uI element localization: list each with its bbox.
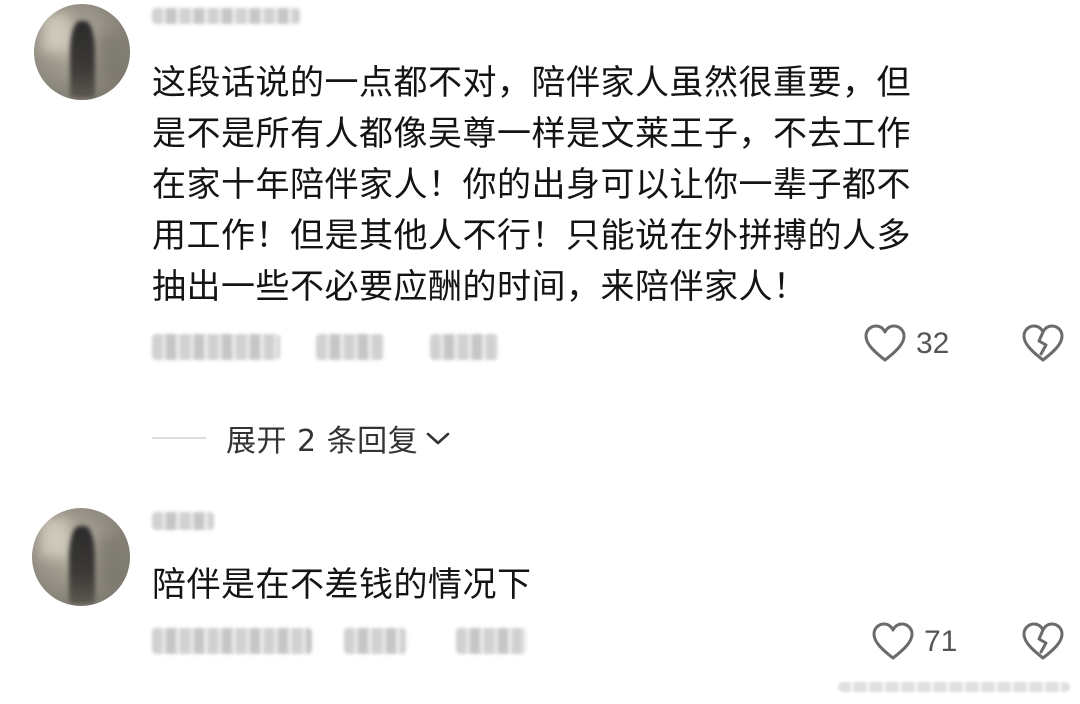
heart-outline-icon (872, 622, 914, 662)
comment-line: 这段话说的一点都不对，陪伴家人虽然很重要，但 (152, 63, 911, 103)
divider (152, 437, 206, 439)
expand-replies-label: 展开 2 条回复 (226, 424, 419, 459)
comment-line: 陪伴是在不差钱的情况下 (152, 565, 532, 605)
broken-heart-icon (1022, 324, 1064, 364)
comment-body: 陪伴是在不差钱的情况下 (152, 560, 532, 611)
dislike-button[interactable] (1022, 622, 1064, 662)
heart-outline-icon (864, 324, 906, 364)
username-blurred[interactable] (152, 512, 214, 530)
like-button[interactable]: 32 (864, 324, 949, 364)
comment-line: 是不是所有人都像吴尊一样是文莱王子，不去工作 (152, 114, 911, 154)
expand-replies-button[interactable]: 展开 2 条回复 (152, 416, 452, 460)
comment-meta-blurred (152, 628, 312, 654)
avatar[interactable] (32, 508, 130, 606)
chevron-down-icon (424, 428, 452, 448)
comment-meta-blurred (344, 628, 406, 654)
comment-line: 用工作！但是其他人不行！只能说在外拼搏的人多 (152, 216, 911, 256)
avatar[interactable] (34, 4, 130, 100)
comment-body: 这段话说的一点都不对，陪伴家人虽然很重要，但 是不是所有人都像吴尊一样是文莱王子… (152, 58, 911, 313)
reply-link-blurred[interactable] (430, 334, 498, 360)
comment-line: 在家十年陪伴家人！你的出身可以让你一辈子都不 (152, 165, 911, 205)
username-blurred[interactable] (152, 8, 300, 24)
broken-heart-icon (1022, 622, 1064, 662)
comment-meta-blurred (152, 334, 280, 360)
comment-line: 抽出一些不必要应酬的时间，来陪伴家人！ (152, 267, 808, 307)
watermark-blurred (838, 682, 1070, 692)
comment-meta-blurred (316, 334, 384, 360)
reply-link-blurred[interactable] (456, 628, 526, 654)
like-count: 32 (916, 327, 950, 360)
like-count: 71 (924, 625, 958, 658)
dislike-button[interactable] (1022, 324, 1064, 364)
comment-list: 这段话说的一点都不对，陪伴家人虽然很重要，但 是不是所有人都像吴尊一样是文莱王子… (0, 0, 1080, 704)
like-button[interactable]: 71 (872, 622, 957, 662)
